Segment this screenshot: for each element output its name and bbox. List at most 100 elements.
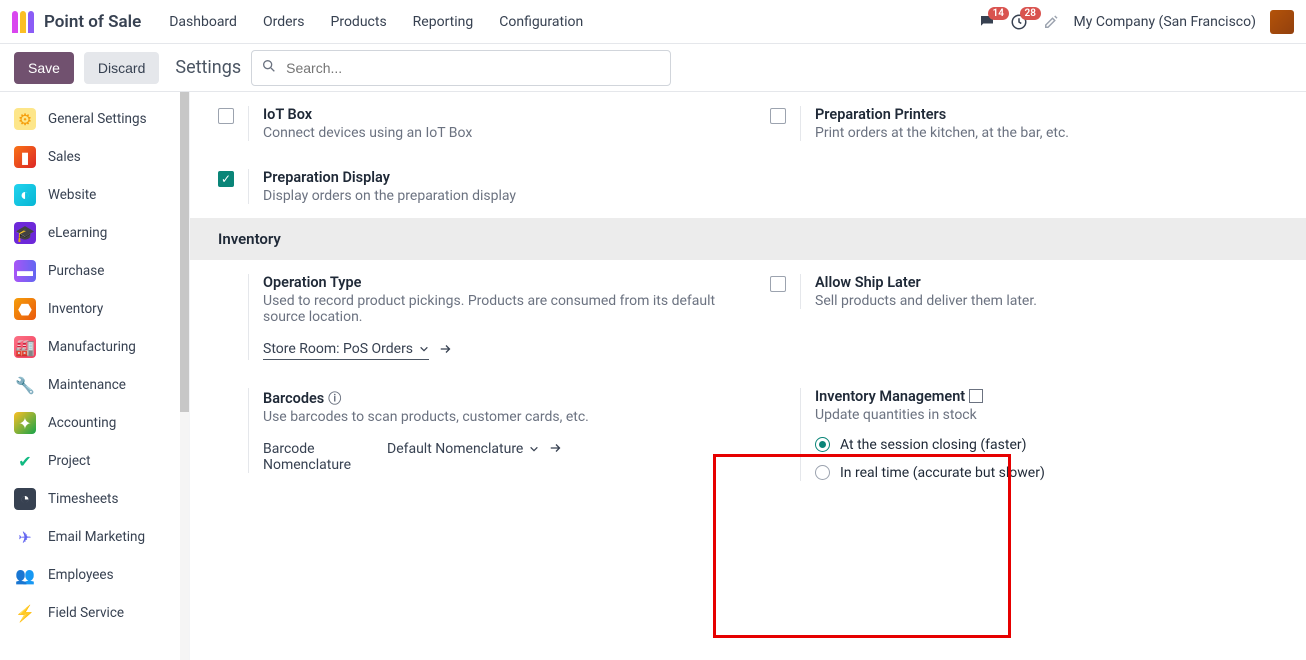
- sidebar-item-timesheets[interactable]: ◔ Timesheets: [0, 480, 189, 518]
- sidebar-item-label: Employees: [48, 567, 114, 583]
- sidebar-item-email-marketing[interactable]: ✈ Email Marketing: [0, 518, 189, 556]
- setting-barcodes: Barcodes Use barcodes to scan products, …: [218, 388, 726, 473]
- barcodes-title: Barcodes: [263, 388, 726, 407]
- sidebar-item-label: Maintenance: [48, 377, 126, 393]
- setting-operation-type: Operation Type Used to record product pi…: [218, 274, 726, 360]
- maintenance-icon: 🔧: [14, 374, 36, 396]
- sidebar-item-label: Purchase: [48, 263, 104, 279]
- inv-mgmt-opt2: In real time (accurate but slower): [840, 465, 1045, 481]
- sidebar-item-employees[interactable]: 👥Employees: [0, 556, 189, 594]
- sidebar-item-maintenance[interactable]: 🔧 Maintenance: [0, 366, 189, 404]
- sidebar-item-purchase[interactable]: ▬ Purchase: [0, 252, 189, 290]
- sidebar-item-field-service[interactable]: ⚡Field Service: [0, 594, 189, 632]
- op-type-arrow-link[interactable]: [439, 342, 453, 360]
- save-button[interactable]: Save: [14, 52, 74, 84]
- op-type-value: Store Room: PoS Orders: [263, 341, 413, 357]
- ship-later-desc: Sell products and deliver them later.: [815, 293, 1278, 309]
- sidebar-item-label: Manufacturing: [48, 339, 136, 355]
- barcode-value: Default Nomenclature: [387, 441, 523, 457]
- nav-reporting[interactable]: Reporting: [405, 14, 482, 30]
- ship-later-title: Allow Ship Later: [815, 274, 1278, 291]
- barcodes-desc: Use barcodes to scan products, customer …: [263, 409, 726, 425]
- elearning-icon: 🎓: [14, 222, 36, 244]
- sidebar-item-sales[interactable]: ▮ Sales: [0, 138, 189, 176]
- barcode-dropdown[interactable]: Default Nomenclature: [387, 441, 539, 459]
- ship-later-checkbox[interactable]: [770, 276, 786, 292]
- company-switcher[interactable]: My Company (San Francisco): [1074, 14, 1256, 30]
- sales-icon: ▮: [14, 146, 36, 168]
- activities-button[interactable]: 28: [1010, 13, 1028, 31]
- nav-products[interactable]: Products: [323, 14, 395, 30]
- sidebar-item-label: Field Service: [48, 605, 124, 621]
- scrollbar[interactable]: [180, 92, 189, 660]
- setting-printers: Preparation Printers Print orders at the…: [770, 106, 1278, 141]
- tools-icon[interactable]: [1042, 13, 1060, 31]
- prep-display-title: Preparation Display: [263, 169, 726, 186]
- inventory-icon: ⬣: [14, 298, 36, 320]
- arrow-right-icon: [439, 342, 453, 356]
- sidebar-item-elearning[interactable]: 🎓 eLearning: [0, 214, 189, 252]
- iot-checkbox[interactable]: [218, 108, 234, 124]
- op-type-title: Operation Type: [263, 274, 726, 291]
- sidebar-item-general-settings[interactable]: ⚙ General Settings: [0, 100, 189, 138]
- sidebar-item-label: Sales: [48, 149, 81, 165]
- sidebar-item-accounting[interactable]: ✦Accounting: [0, 404, 189, 442]
- section-inventory: Inventory: [190, 218, 1306, 260]
- email-marketing-icon: ✈: [14, 526, 36, 548]
- info-icon[interactable]: [324, 390, 341, 407]
- inv-mgmt-radio-session[interactable]: [815, 437, 830, 452]
- printers-checkbox[interactable]: [770, 108, 786, 124]
- barcode-field-label: Barcode Nomenclature: [263, 441, 363, 473]
- app-title: Point of Sale: [44, 12, 141, 32]
- op-type-dropdown[interactable]: Store Room: PoS Orders: [263, 341, 429, 360]
- chevron-down-icon: [419, 344, 429, 354]
- nav-dashboard[interactable]: Dashboard: [161, 14, 245, 30]
- iot-desc: Connect devices using an IoT Box: [263, 125, 726, 141]
- prep-display-checkbox[interactable]: [218, 171, 234, 187]
- sidebar-item-manufacturing[interactable]: 🏭 Manufacturing: [0, 328, 189, 366]
- sidebar-item-website[interactable]: ◐Website: [0, 176, 189, 214]
- setting-iot-box: IoT Box Connect devices using an IoT Box: [218, 106, 726, 141]
- setting-ship-later: Allow Ship Later Sell products and deliv…: [770, 274, 1278, 309]
- inv-mgmt-title: Inventory Management: [815, 388, 1060, 405]
- avatar[interactable]: [1270, 10, 1294, 34]
- inv-mgmt-desc: Update quantities in stock: [815, 407, 1060, 423]
- general-settings-icon: ⚙: [14, 108, 36, 130]
- messages-button[interactable]: 14: [978, 13, 996, 31]
- sidebar-item-inventory[interactable]: ⬣ Inventory: [0, 290, 189, 328]
- inv-mgmt-radio-realtime[interactable]: [815, 465, 830, 480]
- printers-title: Preparation Printers: [815, 106, 1278, 123]
- app-icon[interactable]: [12, 11, 34, 33]
- timesheets-icon: ◔: [14, 488, 36, 510]
- search-icon: [261, 58, 277, 78]
- sidebar-item-label: Website: [48, 187, 96, 203]
- op-type-desc: Used to record product pickings. Product…: [263, 293, 726, 325]
- search-input-wrap: [251, 50, 671, 86]
- toolbar: Save Discard Settings: [0, 44, 1306, 92]
- topbar: Point of Sale Dashboard Orders Products …: [0, 0, 1306, 44]
- manufacturing-icon: 🏭: [14, 336, 36, 358]
- sidebar-item-label: Inventory: [48, 301, 103, 317]
- project-icon: ✔: [14, 450, 36, 472]
- messages-badge: 14: [988, 7, 1009, 20]
- search-input[interactable]: [251, 50, 671, 86]
- discard-button[interactable]: Discard: [84, 52, 159, 84]
- inv-mgmt-opt1: At the session closing (faster): [840, 437, 1026, 453]
- nav-orders[interactable]: Orders: [255, 14, 313, 30]
- arrow-right-icon: [549, 441, 563, 455]
- setting-inventory-management: Inventory Management Update quantities i…: [770, 388, 1278, 481]
- sidebar-item-label: Email Marketing: [48, 529, 145, 545]
- purchase-icon: ▬: [14, 260, 36, 282]
- sidebar-item-label: Project: [48, 453, 91, 469]
- chevron-down-icon: [529, 444, 539, 454]
- sidebar: ⚙ General Settings ▮ Sales ◐Website 🎓 eLearnin…: [0, 92, 190, 660]
- breadcrumb: Settings: [175, 57, 241, 78]
- sidebar-item-project[interactable]: ✔ Project: [0, 442, 189, 480]
- setting-prep-display: Preparation Display Display orders on th…: [218, 169, 726, 204]
- accounting-icon: ✦: [14, 412, 36, 434]
- sidebar-item-label: eLearning: [48, 225, 107, 241]
- sidebar-item-label: General Settings: [48, 111, 147, 127]
- nav-configuration[interactable]: Configuration: [491, 14, 591, 30]
- barcode-arrow-link[interactable]: [549, 441, 563, 459]
- sidebar-item-label: Timesheets: [48, 491, 118, 507]
